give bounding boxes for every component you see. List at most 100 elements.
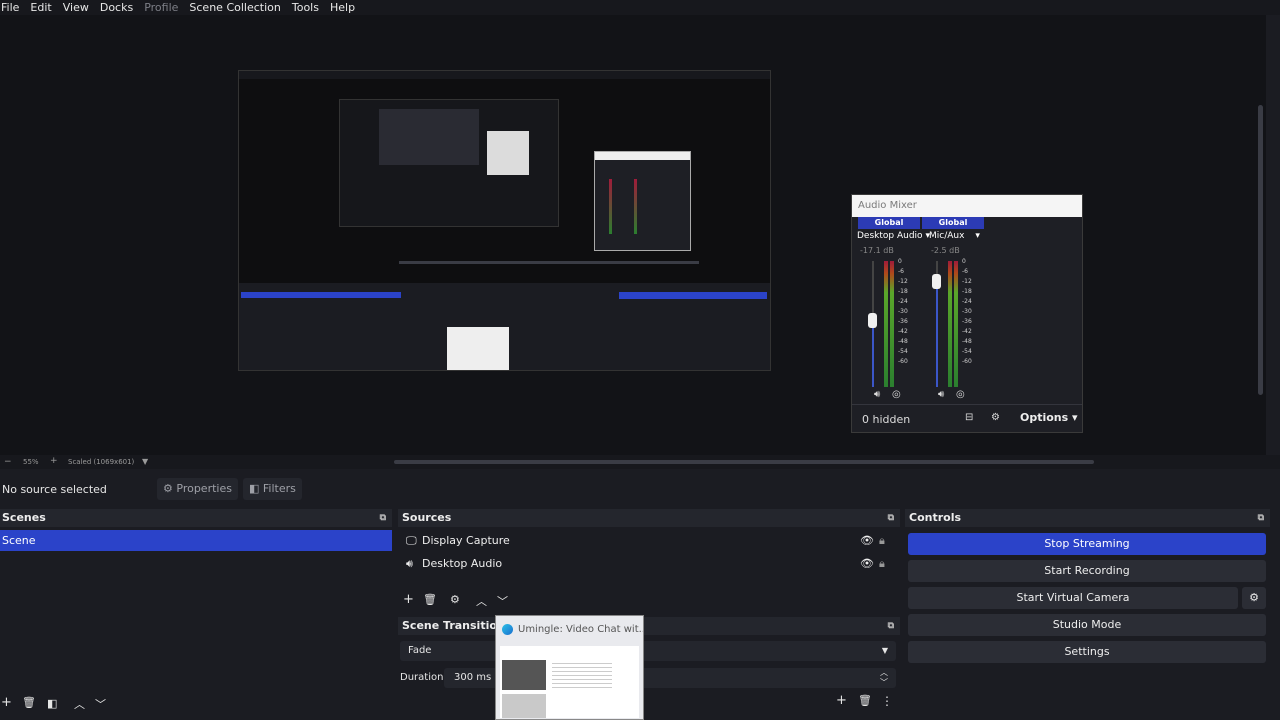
menu-scene-collection[interactable]: Scene Collection [189,0,280,15]
add-source-icon[interactable]: + [403,592,414,607]
visibility-eye-icon[interactable]: 👁︎ [860,552,874,575]
sources-title: Sources [402,511,452,524]
add-icon[interactable]: + [1,695,12,710]
hidden-count: 0 hidden [862,413,911,426]
db-scale: 0 -6 -12 -18 -24 -30 -36 -42 -48 -54 -60 [898,257,910,367]
studio-mode-button[interactable]: Studio Mode [908,614,1266,636]
taskbar-window-thumbnail[interactable]: Umingle: Video Chat wit... [495,615,644,720]
scenes-header: Scenes ⧉ [0,509,392,527]
nested-thumb [447,327,509,370]
zoom-percent: 55% [23,458,39,466]
headphones-icon[interactable]: ◎ [956,389,965,400]
undock-icon[interactable]: ⧉ [888,617,894,635]
speaker-icon: 🔊︎ [406,557,413,570]
nested-mixer-title [595,152,690,160]
mixer-options-button[interactable]: Options ▾ [1020,411,1078,424]
more-options-icon[interactable]: ⋮ [881,694,893,708]
menu-docks[interactable]: Docks [100,0,133,15]
advanced-audio-gear-icon[interactable]: ⚙ [991,412,1000,423]
nested-stop-streaming [619,292,767,299]
scale-mode-label: Scaled (1069x601) [68,458,135,466]
chevron-down-icon[interactable]: ▼ [142,457,148,466]
controls-title: Controls [909,511,962,524]
scale-tick: -24 [962,298,972,305]
preview-horizontal-scrollbar[interactable] [394,460,1094,464]
speaker-icon[interactable]: 🔊︎ [938,389,944,400]
audio-mixer-title[interactable]: Audio Mixer [852,195,1082,217]
chevron-down-icon[interactable]: ▾ [975,231,980,241]
source-label: Desktop Audio [422,557,503,570]
speaker-icon[interactable]: 🔊︎ [874,389,880,400]
move-up-icon[interactable]: ︿ [476,593,487,609]
channel-global-label: Global [922,217,984,229]
trash-icon[interactable]: 🗑︎ [22,696,36,709]
visibility-eye-icon[interactable]: 👁︎ [860,529,874,552]
menu-help[interactable]: Help [330,0,355,15]
source-item-desktop-audio[interactable]: 🔊︎ Desktop Audio 👁︎ 🔒︎ [398,552,900,575]
undock-icon[interactable]: ⧉ [1258,509,1264,527]
menu-tools[interactable]: Tools [292,0,319,15]
channel-db-mic-aux: -2.5 dB [931,246,960,255]
thumbnail-title: Umingle: Video Chat wit... [518,624,643,635]
start-recording-button[interactable]: Start Recording [908,560,1266,582]
menu-view[interactable]: View [63,0,89,15]
source-item-display-capture[interactable]: 🖵︎ Display Capture 👁︎ 🔒︎ [398,529,900,552]
move-up-icon[interactable]: ︿ [74,696,85,712]
spin-down-icon[interactable]: ﹀ [880,673,888,693]
channel-name-desktop-audio[interactable]: Desktop Audio ▾ [857,231,930,241]
channel-name-text: Mic/Aux [929,231,965,241]
layout-toggle-icon[interactable]: ⊟ [965,412,973,423]
lock-icon[interactable]: 🔒︎ [879,529,885,552]
duration-value: 300 ms [454,672,492,683]
audio-mixer-body: Global Global Desktop Audio ▾ Mic/Aux ▾ … [852,217,1082,432]
menu-edit[interactable]: Edit [30,0,51,15]
scale-tick: -6 [962,268,968,275]
no-source-label: No source selected [2,483,107,496]
move-down-icon[interactable]: ﹀ [95,696,106,712]
edge-browser-icon [502,624,513,635]
scale-tick: 0 [962,258,966,265]
scale-tick: 0 [898,258,902,265]
filter-icon[interactable]: ◧ [47,697,57,710]
zoom-out-button[interactable]: − [4,457,12,467]
channel-name-mic-aux[interactable]: Mic/Aux ▾ [929,231,980,241]
nested-meter [634,179,637,234]
add-transition-icon[interactable]: + [836,693,847,708]
settings-button[interactable]: Settings [908,641,1266,663]
transition-type-select[interactable]: Fade ▼ [400,641,896,661]
move-down-icon[interactable]: ﹀ [497,593,508,609]
scale-tick: -12 [962,278,972,285]
zoom-in-button[interactable]: + [50,456,58,466]
trash-icon[interactable]: 🗑︎ [423,593,437,606]
controls-header: Controls ⧉ [905,509,1270,527]
volume-fader-handle[interactable] [932,274,941,289]
trash-icon[interactable]: 🗑︎ [858,694,872,707]
virtual-camera-settings-button[interactable]: ⚙ [1242,587,1266,609]
gear-icon[interactable]: ⚙ [450,593,460,606]
filters-button[interactable]: ◧ Filters [243,478,302,500]
volume-fader-handle[interactable] [868,313,877,328]
zoom-bar: − 55% + Scaled (1069x601) ▼ [0,455,1280,469]
menu-file[interactable]: File [1,0,19,15]
undock-icon[interactable]: ⧉ [380,509,386,527]
monitor-icon: 🖵︎ [406,534,417,547]
lock-icon[interactable]: 🔒︎ [879,552,885,575]
scenes-dock: Scenes ⧉ Scene + 🗑︎ ◧ ︿ ﹀ [0,509,392,720]
nested-inner-screen [379,109,479,165]
transition-type-value: Fade [408,645,432,656]
scale-tick: -60 [962,358,972,365]
preview-vertical-scrollbar[interactable] [1256,15,1266,455]
gear-icon: ⚙ [1249,591,1259,604]
menu-profile[interactable]: Profile [144,0,178,15]
scene-list-item[interactable]: Scene [0,530,392,551]
stop-streaming-button[interactable]: Stop Streaming [908,533,1266,555]
scrollbar-thumb[interactable] [1258,105,1263,395]
headphones-icon[interactable]: ◎ [892,389,901,400]
properties-button[interactable]: ⚙ Properties [157,478,238,500]
properties-bar: No source selected ⚙ Properties ◧ Filter… [0,475,1280,503]
undock-icon[interactable]: ⧉ [888,509,894,527]
audio-mixer-footer: 0 hidden ⊟ ⚙ Options ▾ [852,404,1082,432]
scale-tick: -30 [898,308,908,315]
duration-label: Duration [400,672,444,683]
start-virtual-camera-button[interactable]: Start Virtual Camera [908,587,1238,609]
